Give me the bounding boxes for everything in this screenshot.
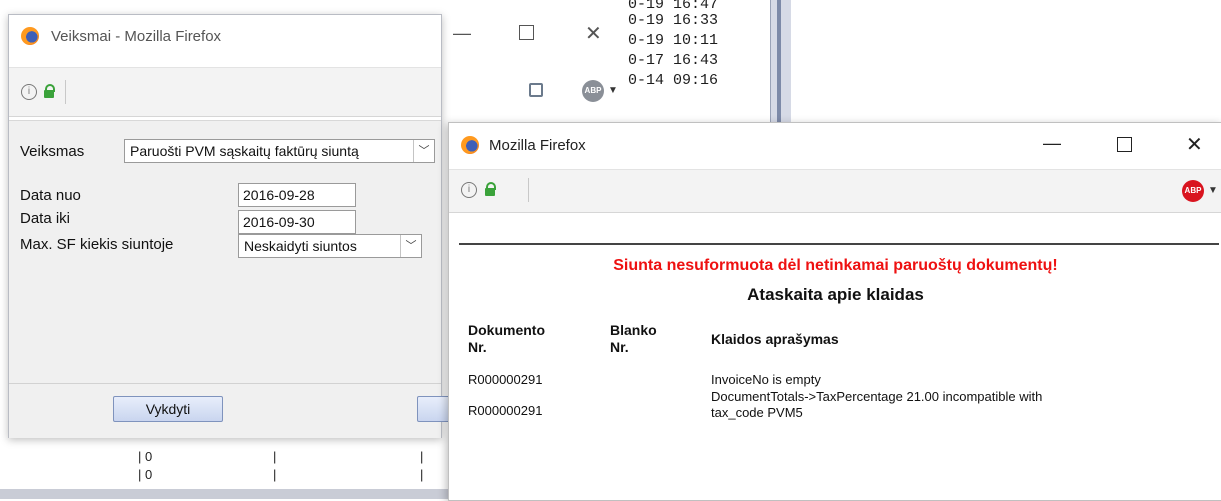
- maximize-icon[interactable]: [1117, 137, 1132, 152]
- column-header-document: Dokumento Nr.: [468, 322, 545, 355]
- log-line: 0-19 16:33: [628, 12, 719, 29]
- table-cell: |: [420, 449, 424, 464]
- action-label: Veiksmas: [20, 143, 85, 160]
- chevron-down-icon[interactable]: ﹀: [413, 140, 434, 162]
- nav-bar: i ABP ▼: [449, 169, 1221, 213]
- table-cell-document: R000000291: [468, 372, 543, 387]
- window-title: Veiksmai - Mozilla Firefox: [51, 28, 222, 45]
- info-icon[interactable]: i: [461, 182, 477, 198]
- firefox-logo-icon: [21, 27, 39, 45]
- date-from-field[interactable]: 2016-09-28: [238, 183, 356, 207]
- url-separator: [528, 178, 529, 202]
- table-cell-document: R000000291: [468, 403, 543, 418]
- date-to-field[interactable]: 2016-09-30: [238, 210, 356, 234]
- close-icon[interactable]: ✕: [1186, 132, 1203, 157]
- title-bar[interactable]: Mozilla Firefox — ✕: [449, 123, 1221, 168]
- table-cell-error: DocumentTotals->TaxPercentage 21.00 inco…: [711, 389, 1043, 420]
- date-from-label: Data nuo: [20, 187, 81, 204]
- url-separator: [65, 80, 66, 104]
- log-line: 0-19 10:11: [628, 32, 719, 49]
- lock-icon[interactable]: [44, 84, 55, 98]
- table-cell: |: [273, 449, 277, 464]
- title-bar[interactable]: Veiksmai - Mozilla Firefox — ✕: [9, 15, 602, 60]
- table-cell: | 0: [138, 449, 153, 464]
- column-header-blank: Blanko Nr.: [610, 322, 657, 355]
- log-line: 0-17 16:43: [628, 52, 719, 69]
- table-cell: |: [273, 467, 277, 482]
- nav-bar: i: [9, 67, 441, 117]
- report-window: Mozilla Firefox — ✕ i ABP ▼ Siunta nesuf…: [448, 122, 1221, 501]
- max-count-select[interactable]: Neskaidyti siuntos ﹀: [238, 234, 422, 258]
- chevron-down-icon[interactable]: ▼: [608, 85, 618, 96]
- minimize-icon[interactable]: —: [1043, 133, 1061, 154]
- lock-icon[interactable]: [485, 182, 496, 196]
- max-count-label: Max. SF kiekis siuntoje: [20, 236, 174, 253]
- info-icon[interactable]: i: [21, 84, 37, 100]
- firefox-logo-icon: [461, 136, 479, 154]
- minimize-icon[interactable]: —: [453, 23, 471, 44]
- column-header-error: Klaidos aprašymas: [711, 331, 839, 347]
- report-subheading: Ataskaita apie klaidas: [747, 285, 924, 304]
- chevron-down-icon[interactable]: ▼: [1208, 185, 1218, 196]
- chevron-down-icon[interactable]: ﹀: [400, 235, 421, 257]
- date-to-label: Data iki: [20, 210, 71, 227]
- table-header-divider: [459, 243, 1219, 245]
- maximize-icon[interactable]: [519, 25, 534, 40]
- execute-button[interactable]: Vykdyti: [113, 396, 223, 422]
- adblock-plus-icon[interactable]: ABP: [1182, 180, 1204, 202]
- log-line: 0-14 09:16: [628, 72, 719, 89]
- page-action-icon[interactable]: [529, 83, 543, 97]
- action-select[interactable]: Paruošti PVM sąskaitų faktūrų siuntą ﹀: [124, 139, 435, 163]
- action-select-value: Paruošti PVM sąskaitų faktūrų siuntą: [130, 143, 359, 159]
- form-divider: [9, 383, 441, 384]
- background-divider: [0, 489, 448, 499]
- error-heading: Siunta nesuformuota dėl netinkamai paruo…: [613, 257, 1058, 274]
- close-icon[interactable]: ✕: [585, 21, 602, 46]
- table-cell: |: [420, 467, 424, 482]
- actions-window: Veiksmai - Mozilla Firefox — ✕ i Veiksma…: [8, 14, 602, 438]
- window-title: Mozilla Firefox: [489, 137, 586, 154]
- max-count-select-value: Neskaidyti siuntos: [244, 238, 357, 254]
- table-cell: | 0: [138, 467, 153, 482]
- action-form: Veiksmas Paruošti PVM sąskaitų faktūrų s…: [9, 120, 457, 438]
- adblock-plus-icon[interactable]: ABP: [582, 80, 604, 102]
- table-cell-error: InvoiceNo is empty: [711, 372, 821, 387]
